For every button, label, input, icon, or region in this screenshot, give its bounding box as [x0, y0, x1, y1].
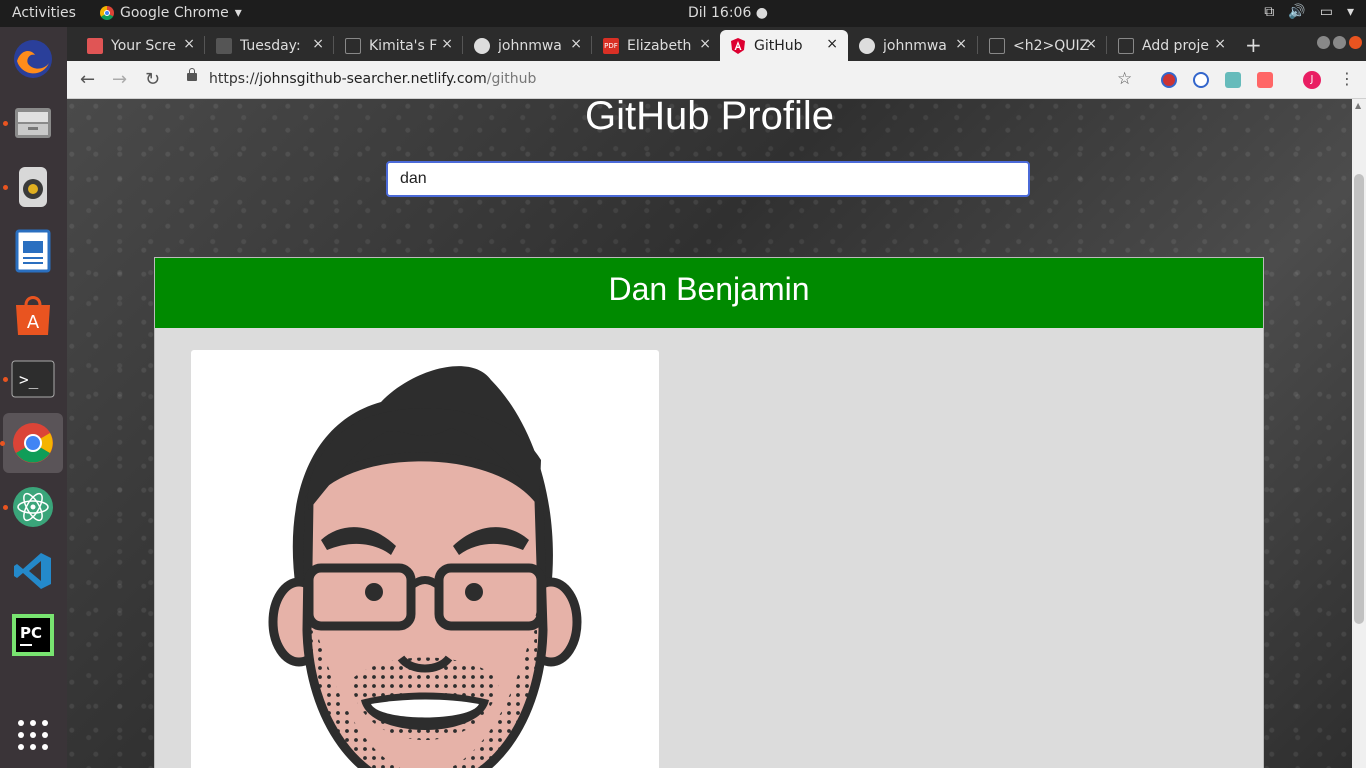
profile-avatar[interactable]: J	[1303, 71, 1321, 89]
volume-icon: 🔊	[1288, 4, 1306, 20]
tab-github-active[interactable]: GitHub ×	[720, 30, 848, 61]
url-scheme: https://	[209, 71, 260, 87]
app-name: Google Chrome	[120, 5, 229, 21]
back-button[interactable]: ←	[80, 69, 95, 90]
page-content: GitHub Profile Dan Benjamin	[67, 99, 1352, 768]
minimize-button[interactable]	[1317, 36, 1330, 49]
close-icon[interactable]: ×	[699, 36, 711, 52]
document-icon	[345, 37, 361, 54]
clock[interactable]: Dil 16:06 ●	[688, 5, 768, 21]
app-grid-icon[interactable]	[9, 711, 57, 759]
new-tab-button[interactable]: +	[1245, 33, 1262, 57]
menu-icon[interactable]: ⋮	[1339, 69, 1355, 88]
libreoffice-writer-icon[interactable]	[9, 227, 57, 275]
tab-quiz[interactable]: <h2>QUIZ ×	[979, 30, 1107, 61]
browser-toolbar: ← → ↻ https://johnsgithub-searcher.netli…	[67, 61, 1366, 99]
github-icon	[859, 37, 875, 54]
page-icon	[216, 37, 232, 54]
activities-button[interactable]: Activities	[12, 5, 76, 21]
tab-johnmwa[interactable]: johnmwa ×	[464, 30, 592, 61]
app-menu[interactable]: Google Chrome ▾	[100, 5, 242, 21]
profile-name: Dan Benjamin	[155, 258, 1263, 328]
page-scrollbar[interactable]: ▲	[1352, 99, 1366, 768]
angular-icon	[731, 37, 745, 54]
reload-button[interactable]: ↻	[145, 69, 160, 90]
close-icon[interactable]: ×	[183, 36, 195, 52]
chevron-down-icon: ▾	[234, 5, 242, 21]
vscode-icon[interactable]	[9, 547, 57, 595]
svg-text:PC: PC	[20, 624, 42, 642]
screenshot-extension-icon[interactable]	[1225, 72, 1241, 88]
maximize-button[interactable]	[1333, 36, 1346, 49]
scroll-up-icon[interactable]: ▲	[1355, 101, 1361, 110]
firefox-icon[interactable]	[9, 35, 57, 83]
page-title: GitHub Profile	[585, 99, 834, 138]
lock-icon	[187, 68, 197, 81]
bookmark-star-icon[interactable]: ☆	[1117, 69, 1132, 89]
forward-button[interactable]: →	[112, 69, 127, 90]
tab-elizabeth-pdf[interactable]: PDF Elizabeth ×	[593, 30, 721, 61]
close-icon[interactable]: ×	[441, 36, 453, 52]
software-center-icon[interactable]: A	[9, 291, 57, 339]
dock: A >_ PC	[0, 27, 67, 768]
avatar[interactable]	[191, 350, 659, 768]
close-icon[interactable]: ×	[312, 36, 324, 52]
chrome-icon[interactable]	[0, 413, 63, 473]
cast-extension-icon[interactable]	[1257, 72, 1273, 88]
github-icon	[474, 37, 490, 54]
url-path: /github	[486, 71, 537, 87]
files-icon[interactable]	[3, 99, 57, 147]
close-icon[interactable]: ×	[1085, 36, 1097, 52]
tab-your-screen[interactable]: Your Scre ×	[77, 30, 205, 61]
terminal-icon[interactable]: >_	[3, 355, 57, 403]
close-icon[interactable]: ×	[570, 36, 582, 52]
atom-icon[interactable]	[3, 483, 57, 531]
tab-tuesday[interactable]: Tuesday: ×	[206, 30, 334, 61]
tab-strip: Your Scre × Tuesday: × Kimita's F × john…	[67, 27, 1366, 61]
system-top-bar: Activities Google Chrome ▾ Dil 16:06 ● ⧉…	[0, 0, 1366, 27]
chrome-icon	[100, 6, 114, 20]
document-icon	[1118, 37, 1134, 54]
address-bar[interactable]: https://johnsgithub-searcher.netlify.com…	[209, 71, 536, 87]
close-window-button[interactable]	[1349, 36, 1362, 49]
search-input[interactable]	[386, 161, 1030, 197]
rhythmbox-icon[interactable]	[3, 163, 57, 211]
tab-add-project[interactable]: Add proje ×	[1108, 30, 1236, 61]
url-host: johnsgithub-searcher.netlify.com	[259, 71, 487, 87]
extension-icon[interactable]	[1161, 72, 1177, 88]
chevron-down-icon: ▾	[1346, 4, 1354, 20]
svg-text:>_: >_	[19, 370, 39, 389]
close-icon[interactable]: ×	[1214, 36, 1226, 52]
profile-card: Dan Benjamin	[154, 257, 1264, 768]
document-icon	[989, 37, 1005, 54]
close-icon[interactable]: ×	[826, 36, 838, 52]
pdf-icon: PDF	[603, 37, 619, 54]
pycharm-icon[interactable]: PC	[9, 611, 57, 659]
close-icon[interactable]: ×	[955, 36, 967, 52]
record-icon	[87, 37, 103, 54]
system-tray[interactable]: ⧉ 🔊 ▭ ▾	[1264, 4, 1354, 20]
zoom-extension-icon[interactable]	[1193, 72, 1209, 88]
svg-text:A: A	[27, 312, 40, 333]
tab-kimitas[interactable]: Kimita's F ×	[335, 30, 463, 61]
network-icon: ⧉	[1264, 4, 1275, 20]
tab-johnmwa-2[interactable]: johnmwa ×	[849, 30, 977, 61]
battery-icon: ▭	[1319, 4, 1333, 20]
scrollbar-thumb[interactable]	[1354, 174, 1364, 624]
